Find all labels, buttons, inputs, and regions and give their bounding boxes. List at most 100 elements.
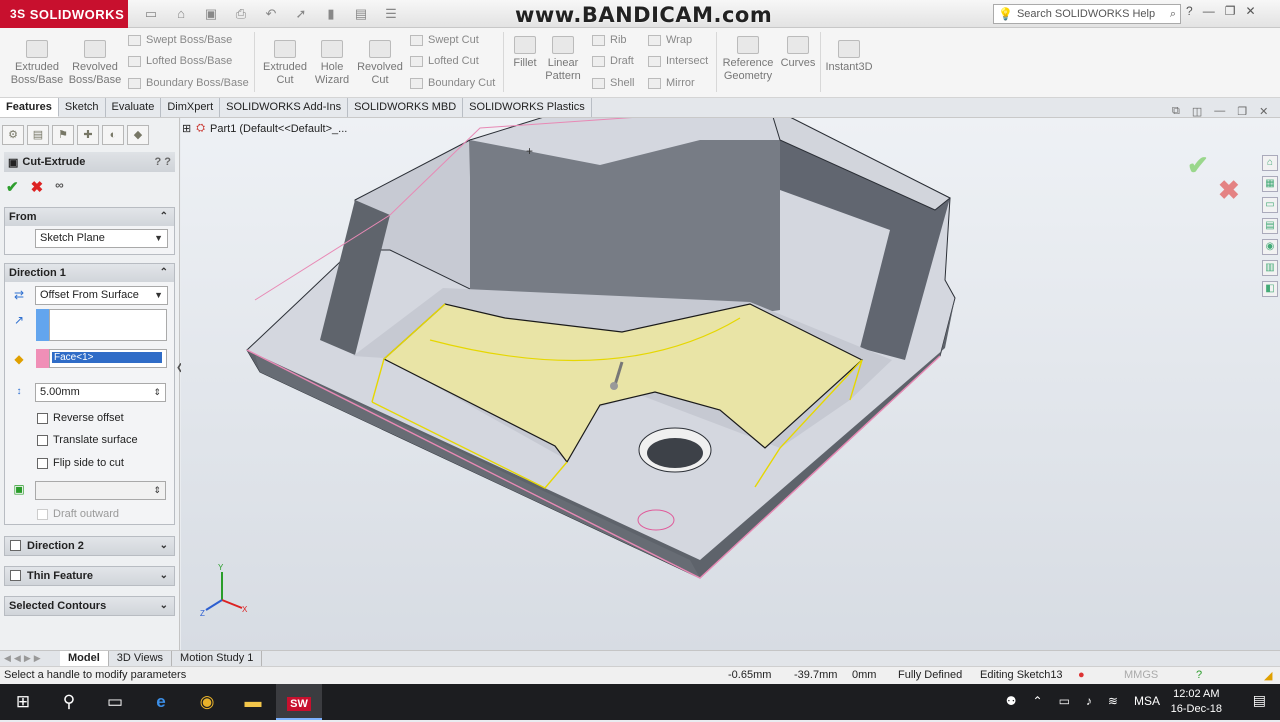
- face-selection-box[interactable]: Face<1>: [49, 349, 167, 368]
- viewport-restore-icon[interactable]: ❐: [1237, 105, 1247, 118]
- draft-button[interactable]: Draft: [592, 55, 634, 67]
- volume-icon[interactable]: ♪: [1086, 694, 1092, 708]
- chrome-icon[interactable]: ◉: [184, 684, 230, 720]
- curves-button[interactable]: Curves: [778, 36, 818, 70]
- tab-motion-study[interactable]: Motion Study 1: [172, 651, 263, 666]
- thin-feature-checkbox[interactable]: [10, 570, 21, 581]
- appearances-icon[interactable]: ◉: [1262, 239, 1278, 255]
- people-icon[interactable]: ⚉: [1006, 694, 1017, 708]
- select-icon[interactable]: ➚: [290, 4, 312, 24]
- swept-cut-button[interactable]: Swept Cut: [410, 34, 479, 46]
- task-view-icon[interactable]: ▭: [92, 684, 138, 720]
- direction1-header[interactable]: Direction 1 ⌃: [5, 264, 174, 282]
- view-palette-icon[interactable]: ▤: [1262, 218, 1278, 234]
- extruded-boss-button[interactable]: Extruded Boss/Base: [8, 40, 66, 87]
- shell-button[interactable]: Shell: [592, 77, 634, 89]
- help-icon[interactable]: ? ?: [155, 156, 172, 168]
- feature-tree-icon[interactable]: ⚙: [2, 125, 24, 145]
- minimize-icon[interactable]: —: [1203, 4, 1215, 18]
- boundary-boss-button[interactable]: Boundary Boss/Base: [128, 77, 249, 89]
- preview-glasses-icon[interactable]: ∞: [55, 178, 64, 196]
- tab-sketch[interactable]: Sketch: [58, 98, 106, 117]
- end-condition-select[interactable]: Offset From Surface ▼: [35, 286, 168, 305]
- viewport-close-icon[interactable]: ✕: [1259, 105, 1268, 118]
- file-explorer-icon[interactable]: ▬: [230, 684, 276, 720]
- search-help-box[interactable]: 💡 Search SOLIDWORKS Help ⌕: [993, 4, 1181, 24]
- language-indicator[interactable]: MSA: [1134, 694, 1160, 708]
- tab-dimxpert[interactable]: DimXpert: [161, 98, 221, 117]
- spinner-icon[interactable]: ⇕: [153, 482, 161, 499]
- from-select[interactable]: Sketch Plane ▼: [35, 229, 168, 248]
- direction2-group[interactable]: Direction 2 ⌄: [4, 536, 175, 556]
- reverse-direction-icon[interactable]: ⇄: [11, 287, 27, 303]
- search-icon[interactable]: ⌕: [1170, 8, 1180, 21]
- print-icon[interactable]: ⎙: [230, 4, 252, 24]
- offset-distance-input[interactable]: 5.00mm ⇕: [35, 383, 166, 402]
- search-icon[interactable]: ⚲: [46, 684, 92, 720]
- tab-features[interactable]: Features: [0, 98, 59, 117]
- rib-button[interactable]: Rib: [592, 34, 627, 46]
- solidworks-logo[interactable]: 3S SOLIDWORKS: [0, 0, 128, 28]
- lofted-cut-button[interactable]: Lofted Cut: [410, 55, 479, 67]
- expand-icon[interactable]: ⌄: [160, 567, 168, 585]
- tab-addins[interactable]: SOLIDWORKS Add-Ins: [220, 98, 349, 117]
- direction-selection-box[interactable]: [49, 309, 167, 341]
- property-manager-icon[interactable]: ▤: [27, 125, 49, 145]
- tab-scroll-arrows[interactable]: ◀◀▶▶: [0, 653, 60, 664]
- cancel-x-icon[interactable]: ✖: [31, 178, 44, 196]
- design-library-icon[interactable]: ▦: [1262, 176, 1278, 192]
- resize-grip-icon[interactable]: ◢: [1264, 669, 1272, 682]
- ok-check-icon[interactable]: ✔: [6, 178, 19, 196]
- tab-evaluate[interactable]: Evaluate: [105, 98, 162, 117]
- lofted-boss-button[interactable]: Lofted Boss/Base: [128, 55, 232, 67]
- reverse-offset-checkbox[interactable]: Reverse offset: [37, 412, 124, 424]
- help-status-icon[interactable]: ?: [1196, 669, 1202, 681]
- revolved-cut-button[interactable]: Revolved Cut: [354, 40, 406, 87]
- reference-geometry-button[interactable]: Reference Geometry: [720, 36, 776, 83]
- open-file-icon[interactable]: ⌂: [170, 4, 192, 24]
- viewport-split-icon[interactable]: ⧉: [1172, 105, 1180, 118]
- collapse-icon[interactable]: ⌃: [160, 208, 168, 226]
- selected-contours-header[interactable]: Selected Contours ⌄: [5, 597, 174, 615]
- windows-start-icon[interactable]: ⊞: [0, 684, 46, 720]
- display-manager-icon[interactable]: ◐: [102, 125, 124, 145]
- from-group-header[interactable]: From ⌃: [5, 208, 174, 226]
- intersect-button[interactable]: Intersect: [648, 55, 708, 67]
- drag-handle-ball[interactable]: [610, 382, 618, 390]
- flip-side-checkbox[interactable]: Flip side to cut: [37, 457, 124, 469]
- checkbox-box[interactable]: [37, 412, 48, 424]
- undo-icon[interactable]: ↶: [260, 4, 282, 24]
- clock[interactable]: 12:02 AM 16-Dec-18: [1171, 687, 1222, 717]
- expand-icon[interactable]: ⌄: [160, 597, 168, 615]
- forum-icon[interactable]: ◧: [1262, 281, 1278, 297]
- draft-outward-checkbox[interactable]: Draft outward: [37, 508, 119, 520]
- hole-wizard-button[interactable]: Hole Wizard: [312, 40, 352, 87]
- restore-icon[interactable]: ❐: [1225, 4, 1236, 18]
- edge-browser-icon[interactable]: e: [138, 684, 184, 720]
- selected-contours-group[interactable]: Selected Contours ⌄: [4, 596, 175, 616]
- dimxpert-manager-icon[interactable]: ✚: [77, 125, 99, 145]
- collapse-icon[interactable]: ⌃: [160, 264, 168, 282]
- swept-boss-button[interactable]: Swept Boss/Base: [128, 34, 232, 46]
- instant3d-button[interactable]: Instant3D: [824, 40, 874, 74]
- mirror-button[interactable]: Mirror: [648, 77, 695, 89]
- draft-on-off-icon[interactable]: ▣: [11, 481, 27, 497]
- thin-feature-group[interactable]: Thin Feature ⌄: [4, 566, 175, 586]
- file-explorer-icon[interactable]: ▭: [1262, 197, 1278, 213]
- help-icon[interactable]: ?: [1186, 4, 1193, 18]
- rebuild-indicator-icon[interactable]: ●: [1078, 669, 1085, 681]
- translate-surface-checkbox[interactable]: Translate surface: [37, 434, 138, 446]
- tab-3d-views[interactable]: 3D Views: [109, 651, 173, 666]
- checkbox-box[interactable]: [37, 434, 48, 446]
- direction2-checkbox[interactable]: [10, 540, 21, 551]
- units-system[interactable]: MMGS: [1124, 669, 1158, 681]
- save-icon[interactable]: ▣: [200, 4, 222, 24]
- viewport-single-icon[interactable]: ◫: [1192, 105, 1202, 118]
- confirm-corner-ok-icon[interactable]: ✔: [1187, 150, 1209, 181]
- checkbox-box[interactable]: [37, 508, 48, 520]
- rebuild-icon[interactable]: ▮: [320, 4, 342, 24]
- notification-icon[interactable]: ▤: [1253, 692, 1266, 709]
- wrap-button[interactable]: Wrap: [648, 34, 692, 46]
- linear-pattern-button[interactable]: Linear Pattern: [542, 36, 584, 83]
- spinner-icon[interactable]: ⇕: [153, 384, 161, 401]
